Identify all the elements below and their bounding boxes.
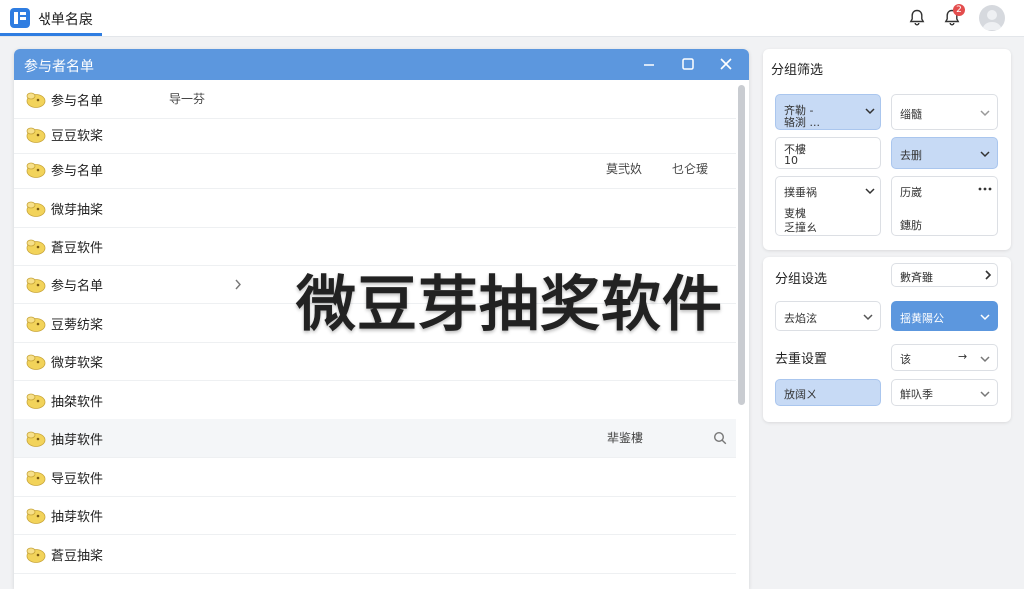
group-filter-panel: 分组筛选 齐勒 - 辂渕 ... 缁髓 不樓 10 去删 撲垂祸 叓槐 乏撞ㄠ … bbox=[763, 49, 1011, 250]
group-filter-title: 分组筛选 bbox=[771, 63, 824, 78]
search-icon[interactable] bbox=[713, 431, 727, 445]
settings-top-field[interactable]: 數斉雖 bbox=[891, 263, 998, 287]
filter-select-5-line1: 撲垂祸 bbox=[784, 186, 817, 199]
list-item[interactable]: 抽芽软件 㹃鉴樓 bbox=[14, 419, 736, 458]
filter-select-5[interactable]: 撲垂祸 叓槐 乏撞ㄠ bbox=[775, 176, 881, 236]
list-item[interactable]: 参与名单 莫弐奺 乜仑瑷 bbox=[14, 150, 736, 189]
list-item-label: 抽芽软件 bbox=[51, 510, 104, 525]
chevron-down-icon bbox=[863, 314, 873, 321]
dedupe-settings-label: 去重设置 bbox=[775, 352, 828, 367]
list-scrollbar[interactable] bbox=[738, 85, 745, 405]
settings-field-4-label: 放阔ㄨ bbox=[784, 388, 817, 401]
chevron-down-icon bbox=[865, 108, 875, 115]
app-title: 샋单名扆 bbox=[38, 12, 93, 28]
settings-select-2[interactable]: 揺黄陽公 bbox=[891, 301, 998, 331]
chevron-right-icon bbox=[985, 270, 992, 280]
list-item-label: 微芽软桨 bbox=[51, 356, 104, 371]
list-item-extra-2: 乜仑瑷 bbox=[672, 162, 709, 176]
settings-select-5-label: 觧叺季 bbox=[900, 388, 933, 401]
sprout-icon bbox=[26, 547, 46, 563]
group-settings-title: 分组设选 bbox=[775, 272, 828, 287]
filter-field-6[interactable]: 历崴 鏸肪 bbox=[891, 176, 998, 236]
window-title: 参与者名单 bbox=[24, 59, 94, 75]
settings-select-1[interactable]: 去焰泫 bbox=[775, 301, 881, 331]
close-icon[interactable] bbox=[717, 55, 735, 73]
filter-field-3-line2: 10 bbox=[784, 154, 798, 167]
list-item-extra: 导一芬 bbox=[169, 92, 206, 106]
overlay-headline: 微豆芽抽奖软件 bbox=[296, 270, 723, 340]
user-avatar-icon bbox=[982, 10, 1002, 30]
list-item-label: 豆豆软桨 bbox=[51, 129, 104, 144]
chevron-down-icon bbox=[865, 188, 875, 195]
settings-select-2-label: 揺黄陽公 bbox=[900, 312, 944, 325]
list-item-label: 蒼豆软件 bbox=[51, 241, 104, 256]
chevron-down-icon bbox=[980, 110, 990, 117]
sprout-icon bbox=[26, 239, 46, 255]
list-item[interactable]: 导豆软件 bbox=[14, 458, 736, 497]
sprout-icon bbox=[26, 508, 46, 524]
chevron-down-icon bbox=[980, 356, 990, 363]
sprout-icon bbox=[26, 431, 46, 447]
list-item-label: 抽芽软件 bbox=[51, 433, 104, 448]
filter-select-1[interactable]: 齐勒 - 辂渕 ... bbox=[775, 94, 881, 130]
list-item-label: 豆蒡纺桨 bbox=[51, 318, 104, 333]
list-item-label: 参与名单 bbox=[51, 94, 104, 109]
app-logo-icon bbox=[10, 8, 30, 28]
list-item-label: 蒼豆抽桨 bbox=[51, 549, 104, 564]
list-item[interactable]: 抽芽软件 bbox=[14, 496, 736, 535]
list-item-label: 参与名单 bbox=[51, 279, 104, 294]
filter-select-4-label: 去删 bbox=[900, 149, 922, 162]
sprout-icon bbox=[26, 354, 46, 370]
sprout-icon bbox=[26, 470, 46, 486]
filter-select-1-line2: 辂渕 ... bbox=[784, 116, 820, 129]
chevron-right-icon[interactable] bbox=[234, 279, 242, 290]
filter-select-2[interactable]: 缁髓 bbox=[891, 94, 998, 130]
list-item[interactable]: 蒼豆抽桨 bbox=[14, 535, 736, 574]
notification-badge: 2 bbox=[953, 4, 965, 16]
more-options-icon[interactable] bbox=[978, 187, 992, 191]
sprout-icon bbox=[26, 162, 46, 178]
active-tab-indicator bbox=[0, 33, 102, 36]
list-item-label: 参与名单 bbox=[51, 164, 104, 179]
sprout-icon bbox=[26, 201, 46, 217]
list-item[interactable]: 抽桀软件 bbox=[14, 381, 736, 420]
list-item-extra: 莫弐奺 bbox=[606, 162, 643, 176]
window-title-bar: 参与者名单 bbox=[14, 49, 749, 80]
list-item[interactable]: 豆豆软桨 bbox=[14, 115, 736, 154]
list-item[interactable]: 微芽软桨 bbox=[14, 342, 736, 381]
settings-select-1-label: 去焰泫 bbox=[784, 312, 817, 325]
chevron-down-icon bbox=[980, 151, 990, 158]
chevron-down-icon bbox=[980, 314, 990, 321]
settings-field-4[interactable]: 放阔ㄨ bbox=[775, 379, 881, 406]
filter-select-5-line3: 乏撞ㄠ bbox=[784, 221, 817, 234]
filter-field-6-line1: 历崴 bbox=[900, 186, 922, 199]
sprout-icon bbox=[26, 277, 46, 293]
list-item-extra: 㹃鉴樓 bbox=[607, 431, 644, 445]
filter-select-2-label: 缁髓 bbox=[900, 108, 922, 121]
group-settings-panel: 分组设选 數斉雖 去焰泫 揺黄陽公 去重设置 该 → 放阔ㄨ 觧叺季 bbox=[763, 257, 1011, 422]
sprout-icon bbox=[26, 127, 46, 143]
list-item-label: 导豆软件 bbox=[51, 472, 104, 487]
list-item-label: 抽桀软件 bbox=[51, 395, 104, 410]
minimize-icon[interactable] bbox=[640, 55, 658, 73]
maximize-icon[interactable] bbox=[679, 55, 697, 73]
settings-select-3-label: 该 bbox=[900, 353, 911, 366]
list-item-label: 微芽抽桨 bbox=[51, 203, 104, 218]
sprout-icon bbox=[26, 316, 46, 332]
list-item[interactable]: 微芽抽桨 bbox=[14, 189, 736, 228]
chevron-down-icon bbox=[980, 391, 990, 398]
list-item[interactable]: 参与名单 导一芬 bbox=[14, 80, 736, 119]
top-bar: 샋单名扆 2 bbox=[0, 0, 1024, 37]
filter-field-6-line2: 鏸肪 bbox=[900, 219, 922, 232]
sprout-icon bbox=[26, 393, 46, 409]
sprout-icon bbox=[26, 92, 46, 108]
settings-top-field-label: 數斉雖 bbox=[900, 271, 933, 284]
settings-select-3[interactable]: 该 → bbox=[891, 344, 998, 371]
settings-select-3-arrow: → bbox=[958, 350, 968, 363]
settings-select-5[interactable]: 觧叺季 bbox=[891, 379, 998, 406]
filter-select-4[interactable]: 去删 bbox=[891, 137, 998, 169]
filter-field-3[interactable]: 不樓 10 bbox=[775, 137, 881, 169]
user-avatar[interactable] bbox=[979, 5, 1005, 31]
notification-bell-icon[interactable] bbox=[909, 9, 925, 26]
